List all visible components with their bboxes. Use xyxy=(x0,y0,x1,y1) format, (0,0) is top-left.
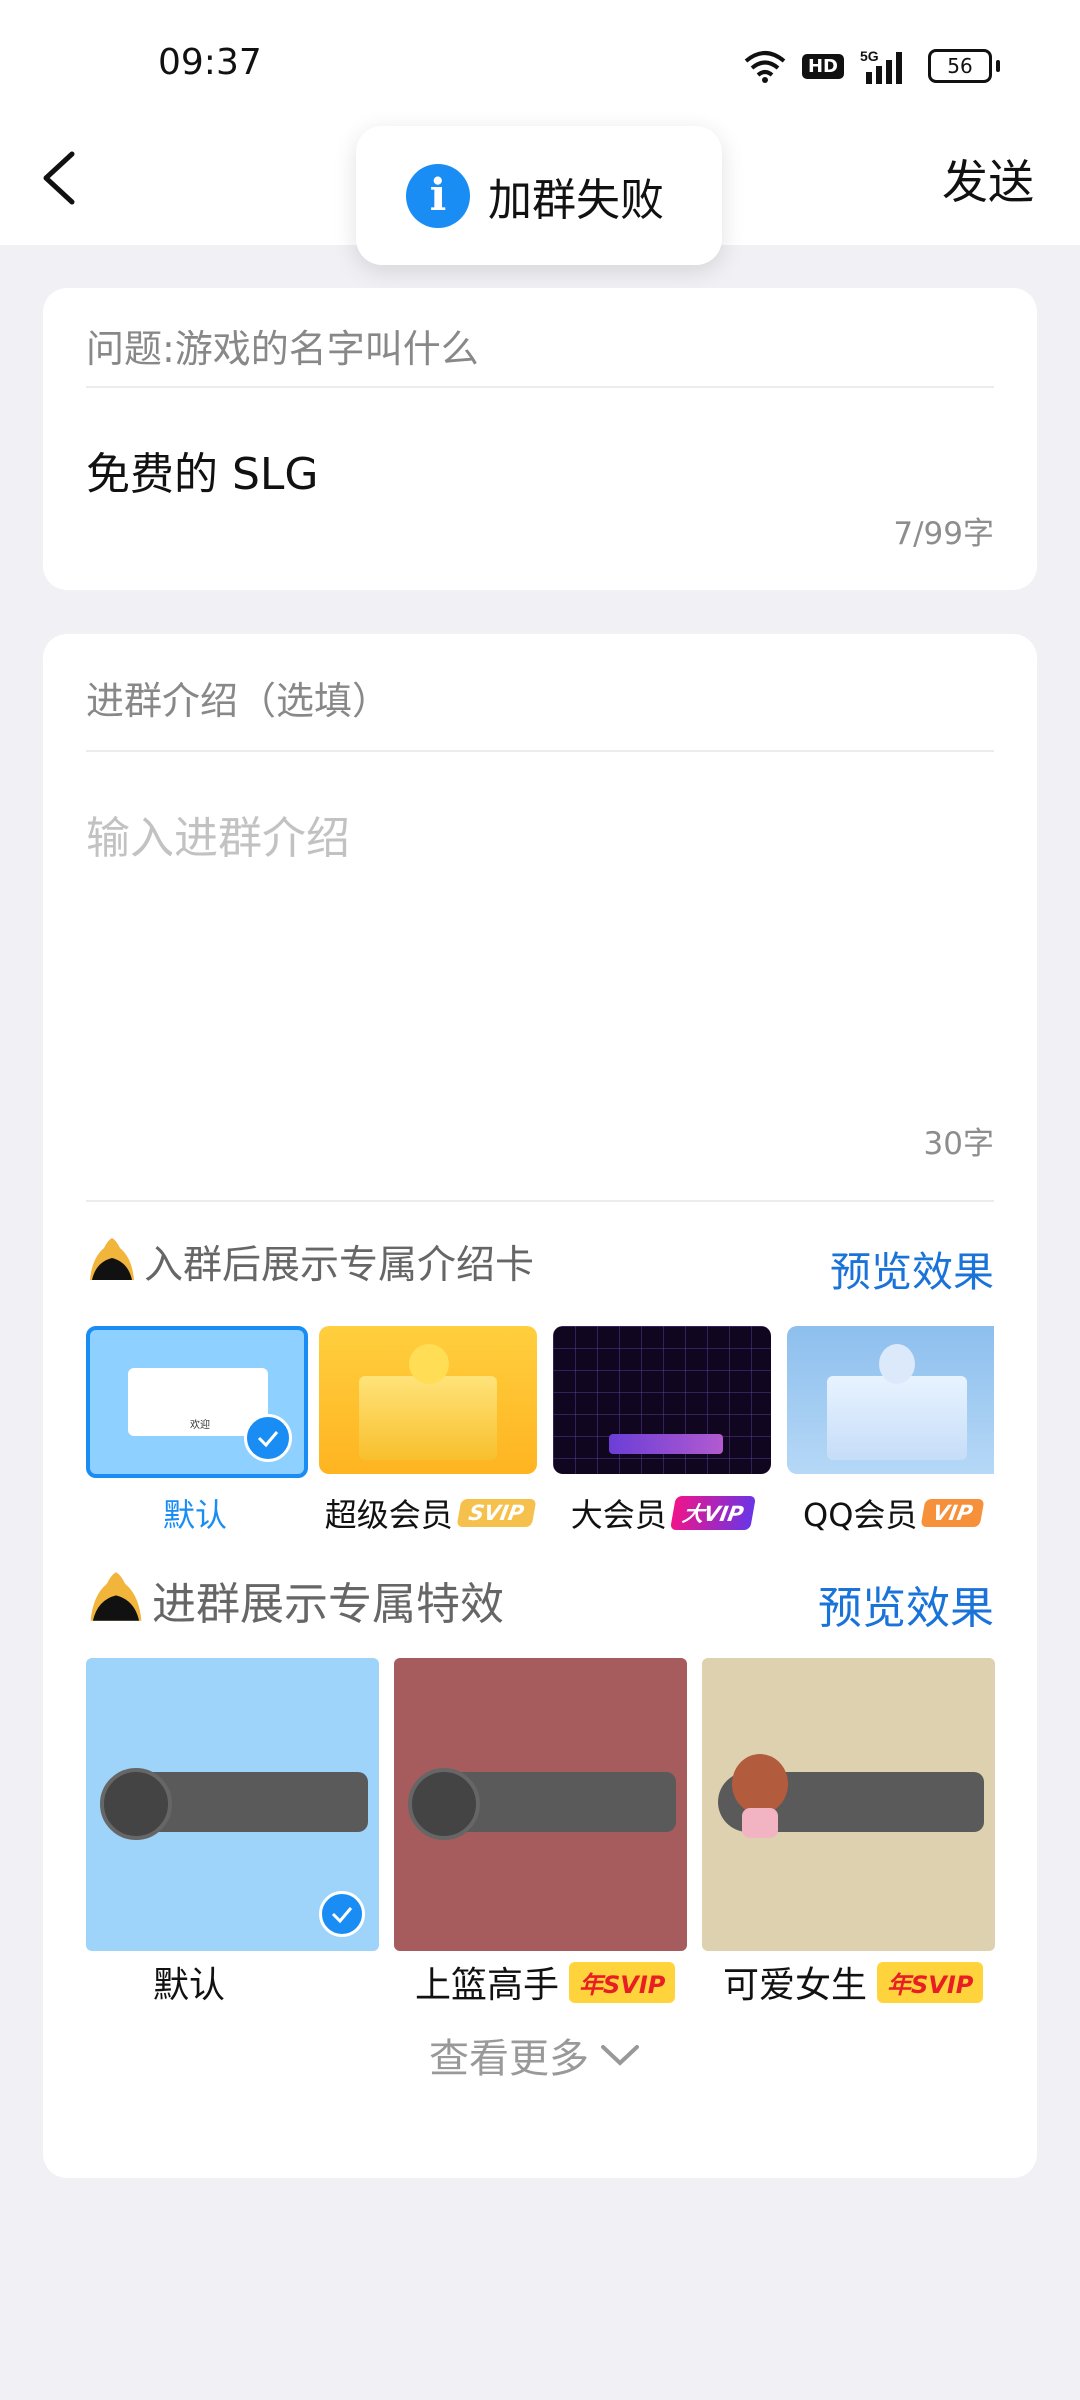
effect-label: 上篮高手 年SVIP xyxy=(415,1956,676,2008)
divider xyxy=(86,1200,994,1202)
question-label: 问题:游戏的名字叫什么 xyxy=(86,327,479,371)
toast: i 加群失败 xyxy=(356,126,722,265)
label-qqvip: QQ会员 xyxy=(803,1496,918,1534)
back-arrow-icon[interactable] xyxy=(40,150,80,206)
effect-label-default: 默认 xyxy=(153,1965,226,2006)
signal-icon: 5G xyxy=(860,48,902,84)
nsvip-tag: 年SVIP xyxy=(877,1961,984,2003)
chevron-down-icon xyxy=(601,2045,639,2066)
qqvip-card-box xyxy=(827,1376,967,1460)
send-button[interactable]: 发送 xyxy=(942,146,1034,212)
intro-card-preview-link[interactable]: 预览效果 xyxy=(830,1238,994,1298)
battery-icon: 56 xyxy=(928,49,992,83)
svip-card-box xyxy=(359,1376,497,1460)
wifi-icon xyxy=(744,51,786,83)
question-card: 问题:游戏的名字叫什么 免费的 SLG 7/99字 xyxy=(43,288,1037,590)
intro-card-svip[interactable] xyxy=(319,1326,537,1474)
effect-title: 进群展示专属特效 xyxy=(152,1579,504,1630)
card-preview-text: 欢迎 xyxy=(190,1420,210,1431)
view-more-label: 查看更多 xyxy=(429,2036,589,2082)
toast-text: 加群失败 xyxy=(488,174,664,226)
nsvip-tag: 年SVIP xyxy=(569,1961,676,2003)
check-icon xyxy=(244,1414,292,1462)
label-default: 默认 xyxy=(162,1496,227,1534)
effect-label-cute-girl: 可爱女生 xyxy=(723,1965,868,2006)
intro-input[interactable]: 输入进群介绍 xyxy=(86,802,350,866)
status-icons: HD 5G 56 xyxy=(744,48,1000,84)
divider xyxy=(86,386,994,388)
effect-header: 进群展示专属特效 xyxy=(86,1568,504,1632)
crown-icon xyxy=(90,1238,134,1280)
intro-counter: 30字 xyxy=(923,1126,994,1162)
intro-card: 进群介绍（选填） 输入进群介绍 30字 入群后展示专属介绍卡 预览效果 欢迎 默… xyxy=(43,634,1037,2178)
info-icon: i xyxy=(406,163,470,228)
svg-text:5G: 5G xyxy=(860,48,879,64)
intro-card-label: 大会员 大VIP xyxy=(553,1490,771,1536)
answer-field[interactable]: 免费的 SLG xyxy=(86,438,319,502)
intro-card-header: 入群后展示专属介绍卡 xyxy=(86,1234,534,1290)
battery-tip xyxy=(996,60,1000,72)
intro-card-label: 默认 xyxy=(86,1490,304,1536)
qqvip-tag: VIP xyxy=(920,1499,986,1527)
status-time: 09:37 xyxy=(158,42,262,83)
intro-card-default[interactable]: 欢迎 xyxy=(86,1326,308,1478)
bigvip-tag: 大VIP xyxy=(669,1496,757,1530)
divider xyxy=(86,750,994,752)
girl-character-icon xyxy=(732,1754,788,1814)
svip-mascot-icon xyxy=(409,1344,449,1384)
qqvip-mascot-icon xyxy=(879,1344,915,1384)
effect-card-default[interactable] xyxy=(86,1658,379,1951)
battery-level: 56 xyxy=(947,54,973,78)
label-svip: 超级会员 xyxy=(324,1496,453,1534)
crown-icon xyxy=(90,1572,142,1621)
avatar xyxy=(100,1768,172,1840)
hd-badge: HD xyxy=(801,53,844,79)
check-icon xyxy=(319,1891,365,1937)
view-more-button[interactable]: 查看更多 xyxy=(429,2026,639,2084)
intro-card-label: QQ会员 VIP xyxy=(803,1490,1025,1536)
effect-label-basketball: 上篮高手 xyxy=(415,1965,560,2006)
effect-card-cute-girl[interactable] xyxy=(702,1658,995,1951)
bigvip-bar xyxy=(609,1434,723,1454)
avatar xyxy=(408,1768,480,1840)
intro-card-label: 超级会员 SVIP xyxy=(313,1490,545,1536)
girl-body xyxy=(742,1808,778,1838)
intro-label: 进群介绍（选填） xyxy=(86,679,391,723)
effect-preview-link[interactable]: 预览效果 xyxy=(818,1572,994,1636)
intro-card-bigvip[interactable] xyxy=(553,1326,771,1474)
intro-card-qqvip[interactable] xyxy=(787,1326,994,1474)
intro-card-title: 入群后展示专属介绍卡 xyxy=(144,1243,535,1288)
svip-tag: SVIP xyxy=(456,1499,536,1527)
effect-label: 可爱女生 年SVIP xyxy=(723,1956,984,2008)
effect-card-basketball[interactable] xyxy=(394,1658,687,1951)
answer-counter: 7/99字 xyxy=(893,516,994,552)
label-bigvip: 大会员 xyxy=(570,1496,667,1534)
effect-label: 默认 xyxy=(153,1956,225,2008)
